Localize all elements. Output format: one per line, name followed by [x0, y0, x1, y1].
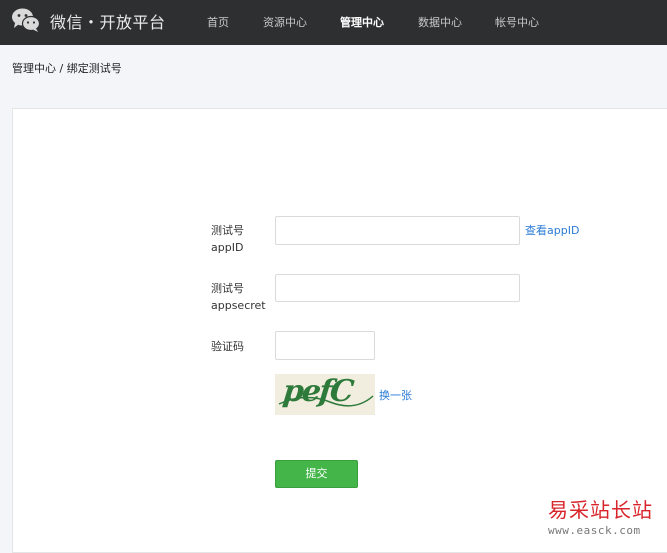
- refresh-captcha-link[interactable]: 换一张: [379, 387, 412, 403]
- wechat-logo-icon[interactable]: [11, 7, 41, 33]
- captcha-text: pefC: [281, 374, 354, 409]
- view-appid-link[interactable]: 查看appID: [525, 222, 579, 238]
- captcha-image[interactable]: pefC: [275, 374, 375, 415]
- nav-data-center[interactable]: 数据中心: [418, 14, 462, 30]
- top-nav-bar: 微信・开放平台 首页 资源中心 管理中心 数据中心 帐号中心: [0, 0, 667, 45]
- breadcrumb: 管理中心 / 绑定测试号: [12, 62, 122, 75]
- captcha-label: 验证码: [211, 340, 244, 353]
- appsecret-label-line1: 测试号: [211, 282, 244, 295]
- nav-home[interactable]: 首页: [207, 14, 229, 30]
- appid-label-line2: appID: [211, 241, 244, 254]
- appsecret-label-line2: appsecret: [211, 299, 266, 312]
- nav-resource-center[interactable]: 资源中心: [263, 14, 307, 30]
- appid-label-line1: 测试号: [211, 224, 244, 237]
- watermark-url: www.easck.com: [548, 524, 641, 537]
- brand-title[interactable]: 微信・开放平台: [50, 9, 166, 33]
- appsecret-input[interactable]: [275, 274, 520, 302]
- submit-button[interactable]: 提交: [275, 460, 358, 488]
- appsecret-label: 测试号 appsecret: [211, 280, 266, 314]
- captcha-input[interactable]: [275, 331, 375, 360]
- watermark-text: 易采站长站: [548, 498, 653, 522]
- appid-label: 测试号 appID: [211, 222, 244, 256]
- watermark: 易采站长站 www.easck.com: [548, 494, 667, 537]
- nav-management-center[interactable]: 管理中心: [340, 14, 384, 30]
- nav-account-center[interactable]: 帐号中心: [495, 14, 539, 30]
- appid-input[interactable]: [275, 216, 520, 245]
